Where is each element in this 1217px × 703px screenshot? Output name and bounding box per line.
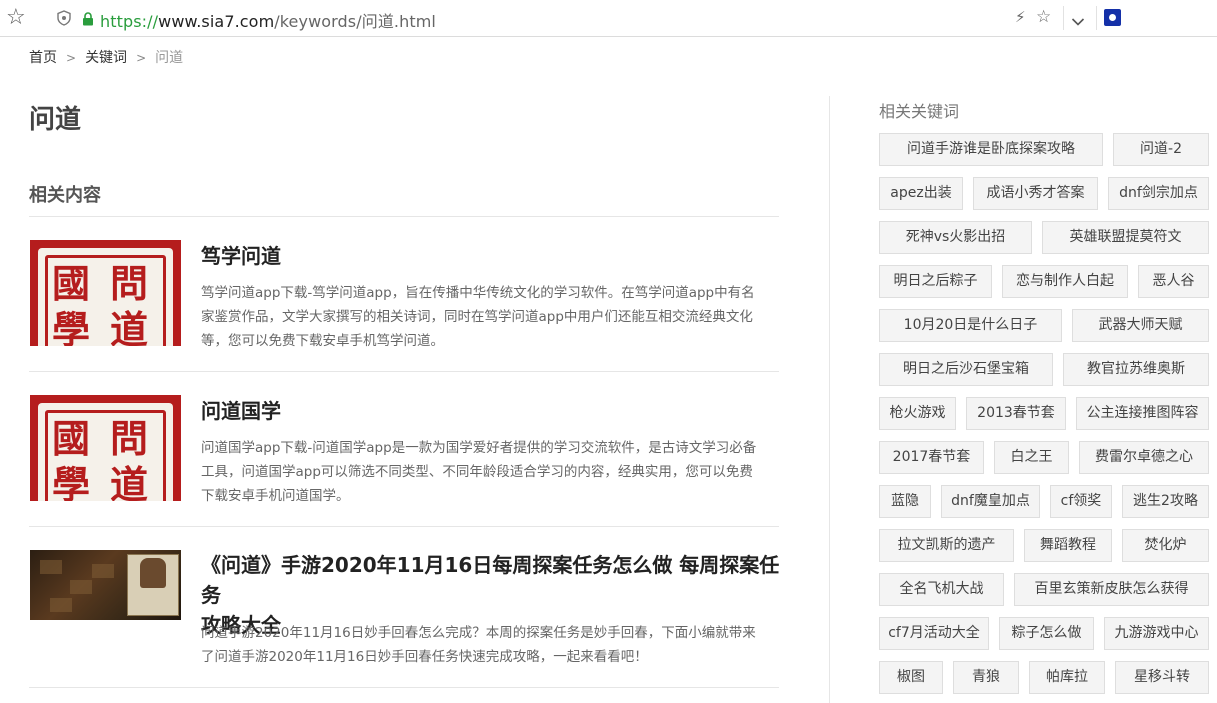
shield-icon[interactable] <box>57 10 71 30</box>
chevron-right-icon: > <box>136 51 147 65</box>
thumb-decoration <box>40 560 62 574</box>
url-scheme: https:// <box>100 12 159 31</box>
keyword-tag[interactable]: 蓝隐 <box>879 485 931 518</box>
toolbar-divider <box>1063 6 1064 30</box>
breadcrumb-home[interactable]: 首页 <box>29 50 57 66</box>
keyword-tag[interactable]: 2017春节套 <box>879 441 984 474</box>
article-title[interactable]: 笃学问道 <box>201 241 281 271</box>
article-desc: 问道国学app下载-问道国学app是一款为国学爱好者提供的学习交流软件，是古诗文… <box>201 436 776 508</box>
breadcrumb-keywords[interactable]: 关键词 <box>85 50 127 66</box>
article-thumbnail[interactable] <box>30 550 181 620</box>
keyword-tag[interactable]: 公主连接推图阵容 <box>1076 397 1209 430</box>
keyword-tag[interactable]: 恶人谷 <box>1138 265 1209 298</box>
article-desc-line: 家鉴赏作品，文学大家撰写的相关诗词，同时在笃学问道app中用户们还能互相交流经典… <box>201 309 753 325</box>
article-item: 國 問 學 道 笃学问道 笃学问道app下载-笃学问道app，旨在传播中华传统文… <box>29 240 779 372</box>
thumb-glyph: 道 <box>110 307 149 347</box>
thumb-glyph: 國 <box>52 261 91 306</box>
lightning-icon[interactable]: ⚡ <box>1015 8 1026 26</box>
keyword-tag[interactable]: 死神vs火影出招 <box>879 221 1032 254</box>
article-thumbnail[interactable]: 國 問 學 道 <box>30 240 181 346</box>
keyword-tag[interactable]: 问道手游谁是卧底探案攻略 <box>879 133 1103 166</box>
keyword-tag[interactable]: 全名飞机大战 <box>879 573 1004 606</box>
article-item: 《问道》手游2020年11月16日每周探案任务怎么做 每周探案任务 攻略大全 问… <box>29 550 779 688</box>
keyword-tag[interactable]: 白之王 <box>994 441 1069 474</box>
toolbar-divider <box>1096 6 1097 30</box>
character-figure-icon <box>140 558 166 588</box>
article-item: 國 問 學 道 问道国学 问道国学app下载-问道国学app是一款为国学爱好者提… <box>29 395 779 527</box>
thumb-glyph: 問 <box>110 261 149 306</box>
thumb-glyph: 學 <box>52 307 91 347</box>
article-desc-line: 工具，问道国学app可以筛选不同类型、不同年龄段适合学习的内容，经典实用，您可以… <box>201 464 753 480</box>
keyword-tag[interactable]: dnf剑宗加点 <box>1108 177 1209 210</box>
keyword-tag[interactable]: 10月20日是什么日子 <box>879 309 1062 342</box>
section-title: 相关内容 <box>29 185 101 206</box>
bookmark-star-icon[interactable]: ☆ <box>6 6 26 30</box>
article-desc-line: 了问道手游2020年11月16日妙手回春任务快速完成攻略，一起来看看吧！ <box>201 649 648 665</box>
keyword-tag[interactable]: 枪火游戏 <box>879 397 956 430</box>
chevron-right-icon: > <box>66 51 77 65</box>
article-desc-line: 下载安卓手机问道国学。 <box>201 488 350 504</box>
breadcrumb-current: 问道 <box>155 50 184 66</box>
lock-icon[interactable] <box>82 11 94 30</box>
column-divider <box>829 96 830 703</box>
keyword-tag[interactable]: 明日之后粽子 <box>879 265 992 298</box>
paw-extension-icon[interactable] <box>1104 9 1121 26</box>
article-thumbnail[interactable]: 國 問 學 道 <box>30 395 181 501</box>
thumb-glyph: 學 <box>52 462 91 502</box>
keyword-tag[interactable]: apez出装 <box>879 177 963 210</box>
keyword-tag[interactable]: 百里玄策新皮肤怎么获得 <box>1014 573 1209 606</box>
keyword-tag[interactable]: 拉文凯斯的遗产 <box>879 529 1014 562</box>
page-title: 问道 <box>29 105 82 135</box>
keyword-tag[interactable]: 教官拉苏维奥斯 <box>1063 353 1209 386</box>
url-path: /keywords/问道.html <box>274 12 436 31</box>
article-desc-line: 问道国学app下载-问道国学app是一款为国学爱好者提供的学习交流软件，是古诗文… <box>201 440 757 456</box>
thumb-glyph: 問 <box>110 416 149 461</box>
keyword-tag[interactable]: 舞蹈教程 <box>1024 529 1112 562</box>
keyword-tag[interactable]: cf7月活动大全 <box>879 617 989 650</box>
keyword-tag[interactable]: 英雄联盟提莫符文 <box>1042 221 1209 254</box>
thumb-decoration <box>70 580 92 594</box>
keyword-tag[interactable]: 明日之后沙石堡宝箱 <box>879 353 1053 386</box>
keyword-tag[interactable]: dnf魔皇加点 <box>941 485 1040 518</box>
thumb-glyph: 國 <box>52 416 91 461</box>
favorite-star-icon[interactable]: ☆ <box>1036 7 1051 27</box>
section-divider <box>29 216 779 217</box>
article-desc-line: 问道手游2020年11月16日妙手回春怎么完成？本周的探案任务是妙手回春，下面小… <box>201 625 756 641</box>
thumb-glyph: 道 <box>110 462 149 502</box>
keyword-tag[interactable]: 帕库拉 <box>1029 661 1105 694</box>
keyword-tag[interactable]: 成语小秀才答案 <box>973 177 1098 210</box>
article-title[interactable]: 问道国学 <box>201 396 281 426</box>
keyword-tag[interactable]: cf领奖 <box>1050 485 1112 518</box>
keyword-tag[interactable]: 问道-2 <box>1113 133 1209 166</box>
keyword-tag[interactable]: 青狼 <box>953 661 1019 694</box>
article-desc: 笃学问道app下载-笃学问道app，旨在传播中华传统文化的学习软件。在笃学问道a… <box>201 281 776 353</box>
keyword-tag[interactable]: 星移斗转 <box>1115 661 1209 694</box>
article-desc: 问道手游2020年11月16日妙手回春怎么完成？本周的探案任务是妙手回春，下面小… <box>201 621 776 669</box>
keyword-tag[interactable]: 逃生2攻略 <box>1122 485 1209 518</box>
thumb-decoration <box>50 598 72 612</box>
article-desc-line: 笃学问道app下载-笃学问道app，旨在传播中华传统文化的学习软件。在笃学问道a… <box>201 285 755 301</box>
browser-toolbar: ☆ https://www.sia7.com/keywords/问道.html … <box>0 0 1217 37</box>
keyword-tag[interactable]: 椒图 <box>879 661 943 694</box>
keyword-tag[interactable]: 2013春节套 <box>966 397 1066 430</box>
keyword-tag[interactable]: 焚化炉 <box>1122 529 1209 562</box>
thumb-decoration <box>92 564 114 578</box>
chevron-down-icon[interactable] <box>1071 12 1085 31</box>
article-title-line: 《问道》手游2020年11月16日每周探案任务怎么做 每周探案任务 <box>201 553 780 607</box>
keyword-tag[interactable]: 九游游戏中心 <box>1104 617 1209 650</box>
keyword-tag[interactable]: 粽子怎么做 <box>999 617 1094 650</box>
breadcrumb: 首页 > 关键词 > 问道 <box>29 47 183 67</box>
url-host: www.sia7.com <box>158 12 275 31</box>
keyword-tag[interactable]: 武器大师天赋 <box>1072 309 1209 342</box>
keyword-tag[interactable]: 费雷尔卓德之心 <box>1079 441 1209 474</box>
sidebar-title: 相关关键词 <box>879 102 960 121</box>
keyword-tag[interactable]: 恋与制作人白起 <box>1002 265 1128 298</box>
article-desc-line: 等，您可以免费下载安卓手机笃学问道。 <box>201 333 444 349</box>
address-bar-input[interactable]: https://www.sia7.com/keywords/问道.html <box>100 8 436 32</box>
